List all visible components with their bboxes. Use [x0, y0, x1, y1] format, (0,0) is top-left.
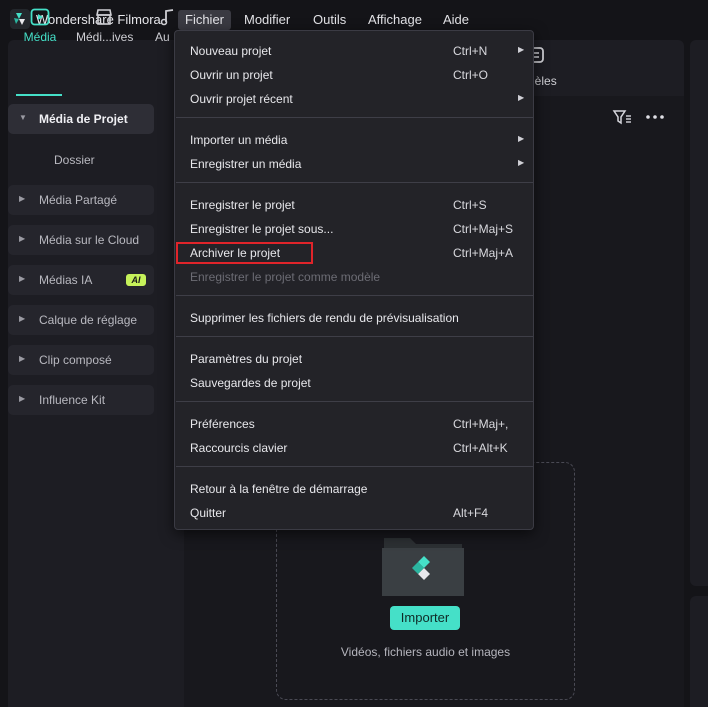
menu-outils[interactable]: Outils — [306, 10, 353, 30]
menu-item-label: Enregistrer le projet sous... — [190, 222, 334, 236]
menu-item-keyboard-shortcuts[interactable]: Raccourcis clavier Ctrl+Alt+K — [175, 436, 533, 458]
menu-item-label: Retour à la fenêtre de démarrage — [190, 482, 368, 496]
menu-item-project-settings[interactable]: Paramètres du projet — [175, 347, 533, 369]
menu-affichage[interactable]: Affichage — [361, 10, 429, 30]
sidebar-item-label: Média Partagé — [39, 193, 118, 207]
menu-item-shortcut: Ctrl+Maj+S — [453, 222, 514, 236]
sidebar-item-label: Influence Kit — [39, 393, 106, 407]
submenu-arrow-icon: ▶ — [518, 45, 525, 54]
sidebar-item-label: Calque de réglage — [39, 313, 138, 327]
menu-item-save-as-template: Enregistrer le projet comme modèle — [175, 265, 533, 287]
properties-panel — [690, 596, 708, 707]
menu-item-open-project[interactable]: Ouvrir un projet Ctrl+O — [175, 63, 533, 85]
music-note-icon — [160, 9, 174, 26]
media-icon — [30, 8, 50, 26]
sidebar-item-label: Médias IA — [39, 273, 93, 287]
menu-item-preferences[interactable]: Préférences Ctrl+Maj+, — [175, 412, 533, 434]
menu-item-save-project[interactable]: Enregistrer le projet Ctrl+S — [175, 193, 533, 215]
menu-item-shortcut: Ctrl+Alt+K — [453, 441, 508, 455]
expand-caret-icon: ▼ — [19, 113, 27, 122]
menu-item-shortcut: Alt+F4 — [453, 506, 489, 520]
sidebar-item-label: Clip composé — [39, 353, 112, 367]
menu-separator — [176, 466, 533, 467]
more-options-icon[interactable] — [645, 108, 665, 126]
sidebar-item-folder[interactable]: Dossier — [54, 153, 95, 167]
highlight-box — [176, 242, 313, 264]
submenu-arrow-icon: ▶ — [518, 93, 525, 102]
menu-item-label: Nouveau projet — [190, 44, 272, 58]
menu-item-delete-render-files[interactable]: Supprimer les fichiers de rendu de prévi… — [175, 306, 533, 328]
menu-item-label: Ouvrir un projet — [190, 68, 273, 82]
menu-item-label: Enregistrer le projet comme modèle — [190, 270, 381, 284]
import-button[interactable]: Importer — [390, 606, 460, 630]
menu-item-save-as[interactable]: Enregistrer le projet sous... Ctrl+Maj+S — [175, 217, 533, 239]
filter-icon[interactable] — [612, 108, 632, 126]
menu-item-label: Ouvrir projet récent — [190, 92, 293, 106]
menu-item-shortcut: Ctrl+N — [453, 44, 488, 58]
menu-item-label: Préférences — [190, 417, 255, 431]
tab-media[interactable]: Média — [12, 8, 68, 52]
menu-separator — [176, 401, 533, 402]
menu-separator — [176, 117, 533, 118]
menu-item-new-project[interactable]: Nouveau projet Ctrl+N ▶ — [175, 39, 533, 61]
filmora-window: Wondershare Filmora Fichier Modifier Out… — [0, 0, 708, 707]
sidebar-item-label: Média sur le Cloud — [39, 233, 140, 247]
menu-item-label: Sauvegardes de projet — [190, 376, 311, 390]
menu-item-shortcut: Ctrl+Maj+, — [453, 417, 509, 431]
menu-separator — [176, 336, 533, 337]
sidebar-item-compound-clip[interactable]: ▶ Clip composé — [8, 345, 154, 375]
collapse-caret-icon: ▶ — [19, 354, 26, 363]
menu-item-quit[interactable]: Quitter Alt+F4 — [175, 501, 533, 523]
menu-modifier[interactable]: Modifier — [237, 10, 297, 30]
submenu-arrow-icon: ▶ — [518, 134, 525, 143]
menu-item-open-recent[interactable]: Ouvrir projet récent ▶ — [175, 87, 533, 109]
sidebar-item-ai-media[interactable]: ▶ Médias IA AI — [8, 265, 154, 295]
menu-item-shortcut: Ctrl+O — [453, 68, 489, 82]
menu-item-shortcut: Ctrl+Maj+A — [453, 246, 514, 260]
sidebar-item-adjustment-layer[interactable]: ▶ Calque de réglage — [8, 305, 154, 335]
menu-item-label: Enregistrer le projet — [190, 198, 295, 212]
tab-media-creatives[interactable]: Médi...ives — [76, 8, 134, 52]
folder-icon — [382, 538, 464, 596]
menu-item-label: Supprimer les fichiers de rendu de prévi… — [190, 311, 459, 325]
menu-item-import-media[interactable]: Importer un média ▶ — [175, 128, 533, 150]
drop-zone-hint: Vidéos, fichiers audio et images — [340, 645, 511, 659]
collapse-caret-icon: ▶ — [19, 234, 26, 243]
menu-item-project-backups[interactable]: Sauvegardes de projet — [175, 371, 533, 393]
menu-item-back-to-startup[interactable]: Retour à la fenêtre de démarrage — [175, 477, 533, 499]
sidebar-item-label: Média de Projet — [39, 112, 128, 126]
sidebar-item-influence-kit[interactable]: ▶ Influence Kit — [8, 385, 154, 415]
menu-item-label: Paramètres du projet — [190, 352, 303, 366]
sidebar-item-cloud-media[interactable]: ▶ Média sur le Cloud — [8, 225, 154, 255]
submenu-arrow-icon: ▶ — [518, 158, 525, 167]
menu-item-shortcut: Ctrl+S — [453, 198, 487, 212]
menu-item-label: Raccourcis clavier — [190, 441, 288, 455]
menu-item-label: Quitter — [190, 506, 227, 520]
tab-audio-label: Au — [155, 30, 170, 44]
collapse-caret-icon: ▶ — [19, 394, 26, 403]
menu-fichier[interactable]: Fichier — [178, 10, 232, 30]
menu-aide[interactable]: Aide — [436, 10, 476, 30]
store-icon — [96, 9, 112, 25]
collapse-caret-icon: ▶ — [19, 194, 26, 203]
sidebar-item-shared-media[interactable]: ▶ Média Partagé — [8, 185, 154, 215]
menu-item-label: Importer un média — [190, 133, 288, 147]
menu-item-label: Enregistrer un média — [190, 157, 302, 171]
tab-media-creatives-label: Médi...ives — [76, 30, 134, 44]
sidebar-item-project-media[interactable]: ▼ Média de Projet — [8, 104, 154, 134]
menu-separator — [176, 182, 533, 183]
file-menu-dropdown: Nouveau projet Ctrl+N ▶ Ouvrir un projet… — [174, 30, 534, 530]
tab-media-label: Média — [23, 30, 57, 44]
ai-badge: AI — [126, 274, 146, 286]
menu-separator — [176, 295, 533, 296]
menu-item-record-media[interactable]: Enregistrer un média ▶ — [175, 152, 533, 174]
preview-panel — [690, 40, 708, 586]
collapse-caret-icon: ▶ — [19, 314, 26, 323]
collapse-caret-icon: ▶ — [19, 274, 26, 283]
